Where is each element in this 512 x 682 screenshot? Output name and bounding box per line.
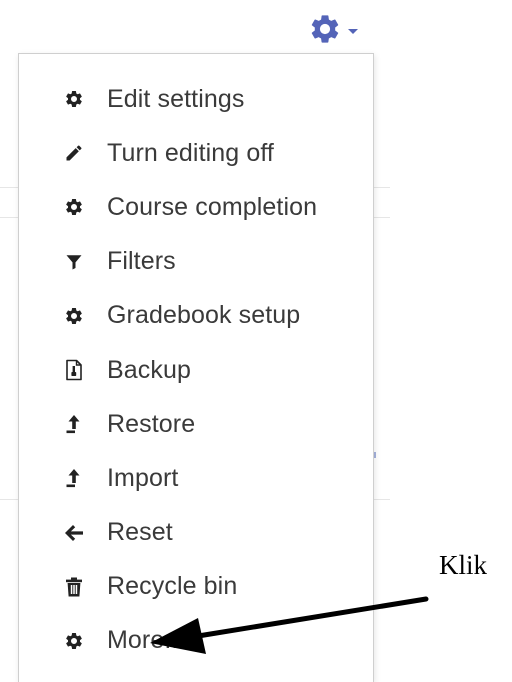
menu-item-label: Filters — [107, 247, 176, 276]
upload-icon — [63, 467, 85, 489]
trash-icon — [63, 576, 85, 598]
settings-dropdown-menu: Edit settings Turn editing off Course co… — [18, 53, 374, 682]
gear-icon — [63, 305, 85, 327]
menu-item-label: Restore — [107, 409, 196, 438]
gear-icon — [63, 196, 85, 218]
gear-icon — [63, 88, 85, 110]
menu-item-label: Gradebook setup — [107, 301, 301, 330]
menu-item-backup[interactable]: Backup — [19, 343, 373, 397]
arrow-left-icon — [63, 522, 85, 544]
menu-item-edit-settings[interactable]: Edit settings — [19, 72, 373, 126]
menu-item-label: Recycle bin — [107, 572, 238, 601]
pencil-icon — [63, 142, 85, 164]
menu-item-turn-editing-off[interactable]: Turn editing off — [19, 126, 373, 180]
menu-item-label: Course completion — [107, 192, 318, 221]
menu-item-restore[interactable]: Restore — [19, 397, 373, 451]
filter-icon — [63, 251, 85, 273]
menu-item-more[interactable]: More... — [19, 614, 373, 668]
menu-item-gradebook-setup[interactable]: Gradebook setup — [19, 289, 373, 343]
gear-icon — [63, 630, 85, 652]
background-mark — [374, 452, 376, 458]
menu-item-reset[interactable]: Reset — [19, 506, 373, 560]
menu-item-label: More... — [107, 626, 186, 655]
file-icon — [63, 359, 85, 381]
annotation-label: Klik — [439, 550, 488, 580]
upload-icon — [63, 413, 85, 435]
menu-item-label: Backup — [107, 355, 191, 384]
menu-item-filters[interactable]: Filters — [19, 235, 373, 289]
menu-item-label: Reset — [107, 518, 173, 547]
settings-menu-toggle[interactable] — [308, 10, 384, 48]
menu-item-course-completion[interactable]: Course completion — [19, 180, 373, 234]
menu-item-recycle-bin[interactable]: Recycle bin — [19, 560, 373, 614]
settings-menu-list: Edit settings Turn editing off Course co… — [19, 72, 373, 668]
gear-icon — [308, 12, 342, 46]
chevron-down-icon — [348, 28, 358, 34]
menu-item-import[interactable]: Import — [19, 451, 373, 505]
menu-item-label: Turn editing off — [107, 138, 274, 167]
menu-item-label: Edit settings — [107, 84, 245, 113]
menu-item-label: Import — [107, 463, 179, 492]
